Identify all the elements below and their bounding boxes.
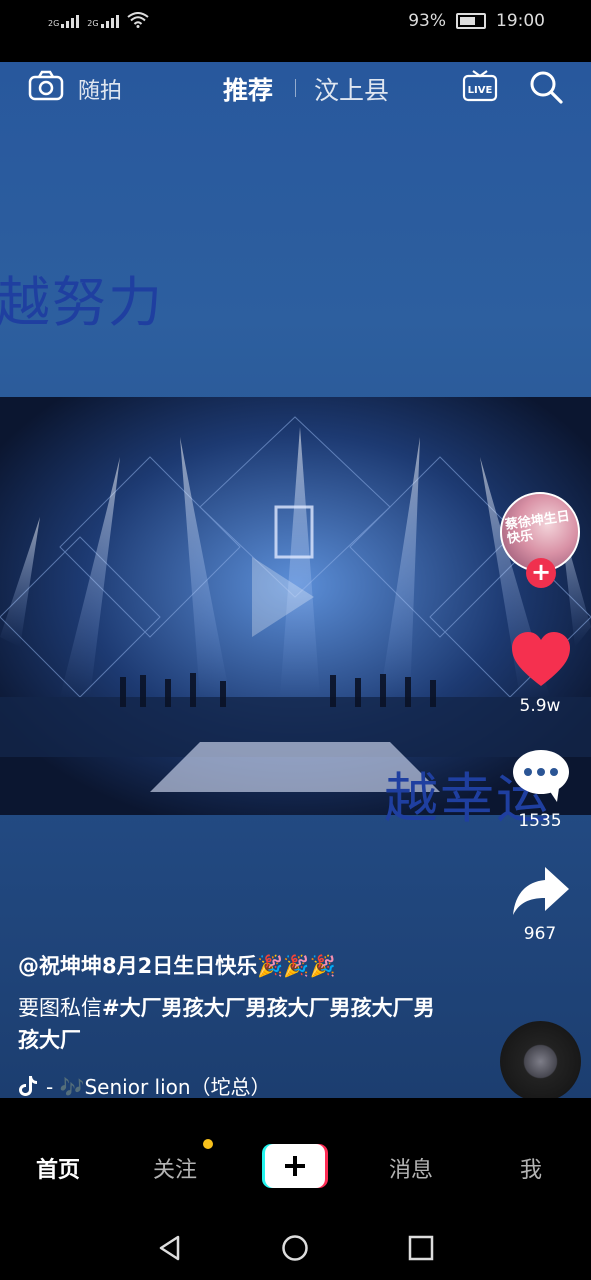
music-disc[interactable] <box>500 1021 581 1102</box>
back-icon[interactable] <box>156 1234 184 1262</box>
share-count: 967 <box>523 924 557 944</box>
svg-text:LIVE: LIVE <box>468 85 493 96</box>
author-name[interactable]: @祝坤坤8月2日生日快乐🎉🎉🎉 <box>18 950 336 980</box>
heart-icon[interactable] <box>510 630 572 688</box>
live-icon[interactable]: LIVE <box>462 67 498 103</box>
comment-icon[interactable] <box>511 748 571 804</box>
tab-messages[interactable]: 消息 <box>389 1152 433 1184</box>
tiktok-note-icon <box>19 1075 37 1096</box>
comment-count: 1535 <box>518 811 562 831</box>
tab-me[interactable]: 我 <box>520 1152 542 1184</box>
system-navigation-bar <box>0 1218 591 1280</box>
battery-percent: 93% <box>408 11 446 31</box>
description-text: 要图私信 <box>18 996 102 1020</box>
recents-square-icon[interactable] <box>407 1234 435 1262</box>
wifi-icon <box>126 12 149 28</box>
music-title: - 🎶Senior lion（坨总） <box>46 1075 271 1099</box>
avatar-text: 蔡徐坤生日快乐 <box>504 509 571 547</box>
cell-signal-2-icon: 2G <box>87 15 119 28</box>
camera-label[interactable]: 随拍 <box>78 73 122 105</box>
clock: 19:00 <box>496 11 545 31</box>
follow-plus-button[interactable]: + <box>526 558 556 588</box>
post-description: 要图私信#大厂男孩大厂男孩大厂男孩大厂男孩大厂 <box>18 992 448 1056</box>
share-arrow-icon[interactable] <box>511 865 571 917</box>
video-caption-top: 越努力 <box>0 271 164 334</box>
tab-follow[interactable]: 关注 <box>153 1152 197 1184</box>
tab-home[interactable]: 首页 <box>36 1152 80 1184</box>
search-icon[interactable] <box>528 69 564 105</box>
cell-signal-1-icon: 2G <box>48 15 80 28</box>
camera-icon[interactable] <box>28 70 64 102</box>
create-plus-button[interactable] <box>262 1144 328 1188</box>
home-circle-icon[interactable] <box>281 1234 309 1262</box>
tab-local[interactable]: 汶上县 <box>314 71 389 107</box>
like-count: 5.9w <box>519 696 561 716</box>
notification-dot <box>203 1139 213 1149</box>
tab-divider <box>295 79 296 97</box>
status-bar: 2G 2G 93% 19:00 <box>0 0 591 44</box>
music-info[interactable]: - 🎶Senior lion（坨总） <box>18 1071 271 1100</box>
battery-icon <box>456 13 486 29</box>
tab-recommend[interactable]: 推荐 <box>223 71 273 107</box>
play-icon <box>252 557 314 637</box>
